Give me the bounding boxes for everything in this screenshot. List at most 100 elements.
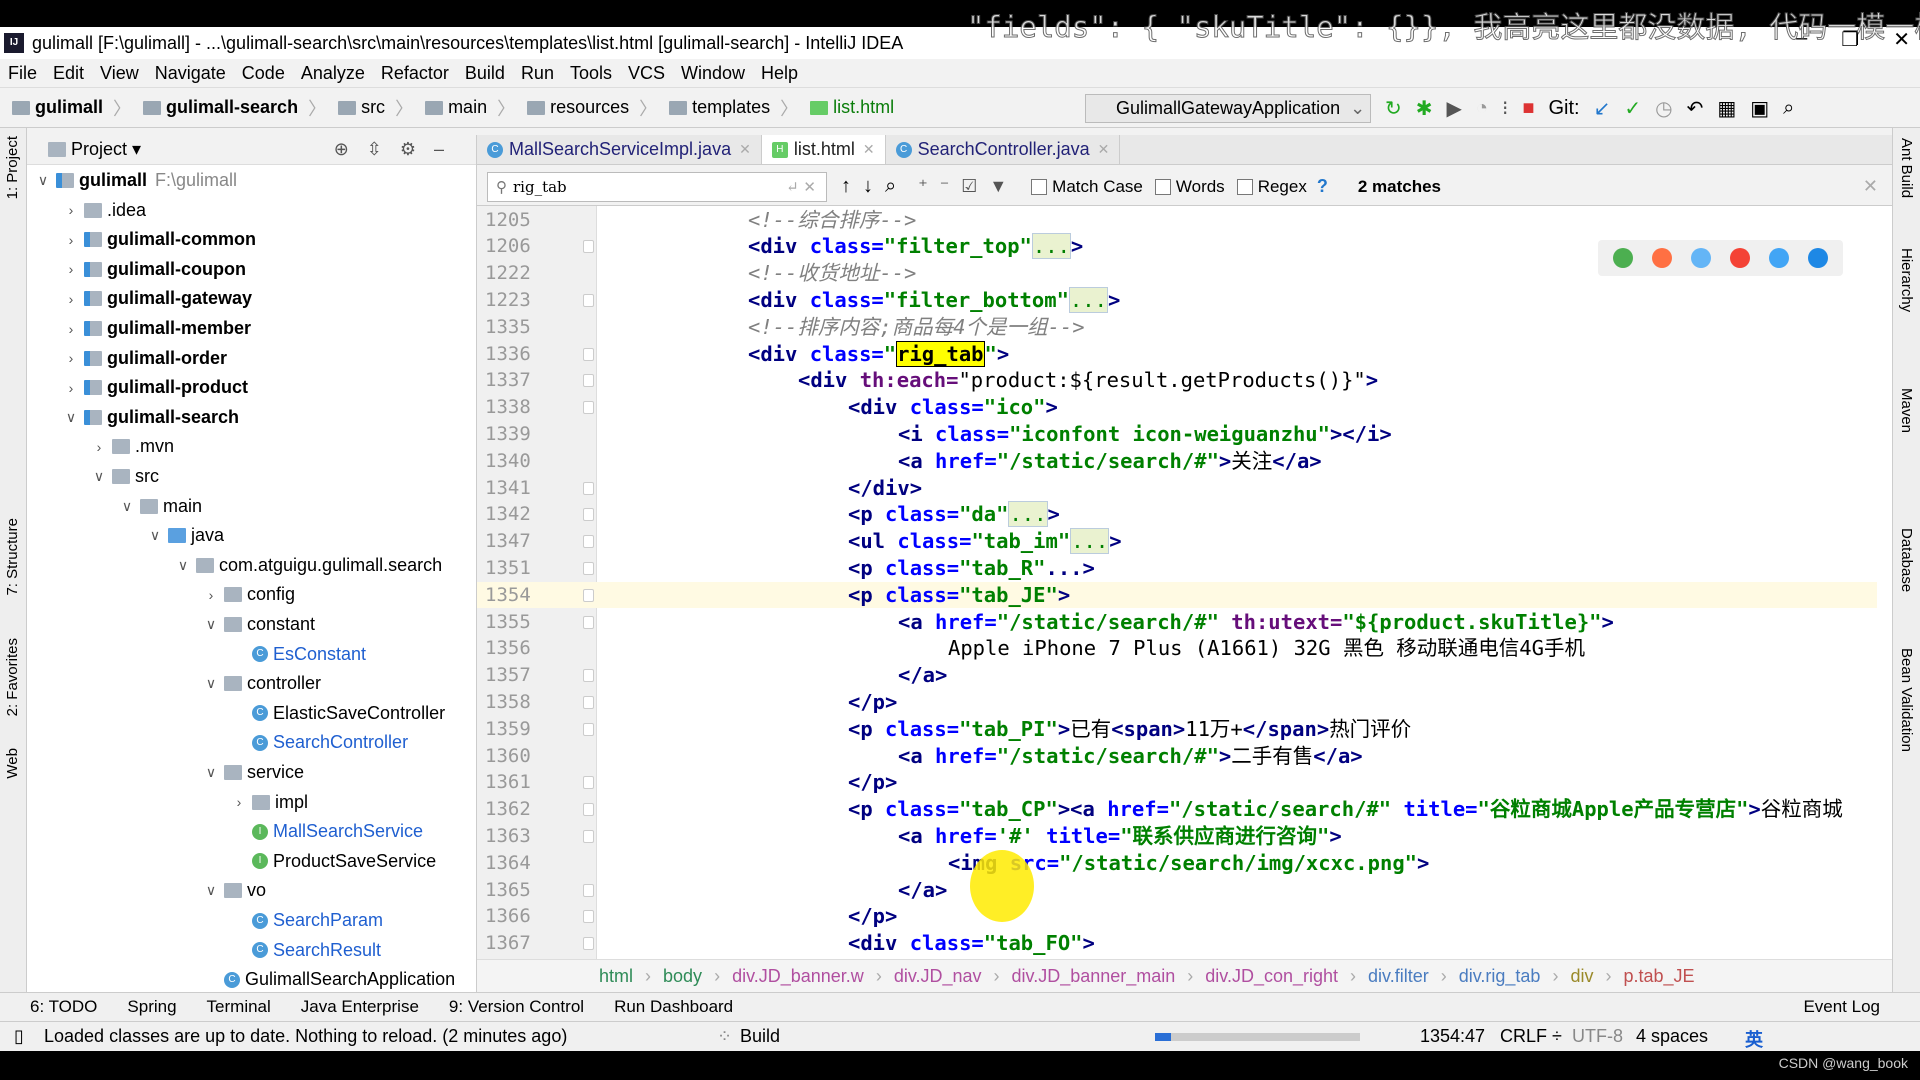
tree-item[interactable]: ∨ main <box>119 492 202 521</box>
revert-icon[interactable]: ↶ <box>1687 96 1704 121</box>
tree-item[interactable]: ∨ gulimall F:\gulimall <box>35 166 237 195</box>
words-checkbox[interactable]: Words <box>1154 177 1225 197</box>
chevron-down-icon[interactable]: ∨ <box>35 172 51 189</box>
chevron-right-icon[interactable]: › <box>203 587 219 603</box>
attach-icon[interactable]: ⁝ <box>1502 96 1508 121</box>
breadcrumb-item[interactable]: div.filter <box>1368 966 1429 987</box>
build-status[interactable]: Build <box>740 1026 780 1047</box>
fold-marker-icon[interactable] <box>583 695 594 709</box>
tree-item[interactable]: ∨ controller <box>203 669 321 698</box>
tree-item[interactable]: C SearchController <box>231 728 408 757</box>
tool-window-4[interactable]: 9: Version Control <box>449 997 584 1017</box>
find-input[interactable]: ⚲ rig_tab ↵ ✕ <box>487 171 827 202</box>
caret-position[interactable]: 1354:47 <box>1420 1026 1485 1047</box>
profile-icon[interactable]: ◔ <box>1476 97 1488 120</box>
fold-marker-icon[interactable] <box>583 776 594 790</box>
stop-icon[interactable]: ■ <box>1522 97 1534 120</box>
breadcrumb-item[interactable]: div.JD_banner_main <box>1012 966 1176 987</box>
chevron-right-icon[interactable]: › <box>63 261 79 277</box>
tree-item[interactable]: I ProductSaveService <box>231 847 436 876</box>
menu-help[interactable]: Help <box>761 63 798 84</box>
tree-item[interactable]: ∨ service <box>203 758 304 787</box>
chevron-down-icon[interactable]: ∨ <box>63 409 79 426</box>
chrome-icon[interactable] <box>1613 248 1634 268</box>
fold-marker-icon[interactable] <box>583 829 594 843</box>
fold-marker-icon[interactable] <box>583 508 594 522</box>
editor-tab[interactable]: C MallSearchServiceImpl.java ✕ <box>477 135 762 164</box>
chevron-right-icon[interactable]: › <box>63 232 79 248</box>
tree-item[interactable]: C EsConstant <box>231 640 366 669</box>
tree-item[interactable]: › gulimall-common <box>63 225 256 254</box>
nav-crumb[interactable]: src 〉 <box>338 95 413 121</box>
nav-crumb[interactable]: list.html <box>810 97 894 118</box>
menu-window[interactable]: Window <box>681 63 745 84</box>
tool-window-5[interactable]: Run Dashboard <box>614 997 733 1017</box>
fold-marker-icon[interactable] <box>583 910 594 924</box>
tree-item[interactable]: › .idea <box>63 196 146 225</box>
tree-item[interactable]: › gulimall-order <box>63 344 227 373</box>
nav-crumb[interactable]: resources 〉 <box>527 95 657 121</box>
breadcrumb-item[interactable]: div.JD_con_right <box>1205 966 1338 987</box>
fold-marker-icon[interactable] <box>583 803 594 817</box>
right-stripe-0[interactable]: Ant Build <box>1898 138 1915 198</box>
regex-help-link[interactable]: ? <box>1317 176 1328 197</box>
chevron-down-icon[interactable]: ∨ <box>203 764 219 781</box>
find-option-icons[interactable]: ⁺⁻☑▼ <box>918 176 1019 197</box>
close-tab-icon[interactable]: ✕ <box>739 141 751 158</box>
search-everywhere-icon[interactable]: ⌕ <box>1783 97 1794 120</box>
right-stripe-3[interactable]: Database <box>1898 528 1915 592</box>
event-log-button[interactable]: Event Log <box>1803 997 1880 1017</box>
close-tab-icon[interactable]: ✕ <box>1098 141 1110 158</box>
right-stripe-1[interactable]: Hierarchy <box>1898 248 1915 312</box>
menu-tools[interactable]: Tools <box>570 63 612 84</box>
tree-item[interactable]: I MallSearchService <box>231 817 423 846</box>
tool-window-2[interactable]: Terminal <box>207 997 271 1017</box>
coverage-icon[interactable]: ▶ <box>1447 96 1462 121</box>
opera-icon[interactable] <box>1729 248 1750 268</box>
tree-item[interactable]: ∨ java <box>147 521 224 550</box>
fold-marker-icon[interactable] <box>583 401 594 415</box>
left-stripe-3[interactable]: Web <box>4 748 21 779</box>
menu-refactor[interactable]: Refactor <box>381 63 449 84</box>
close-find-icon[interactable]: ✕ <box>1863 176 1878 197</box>
fold-marker-icon[interactable] <box>583 615 594 629</box>
tree-item[interactable]: › gulimall-member <box>63 314 251 343</box>
fold-marker-icon[interactable] <box>583 293 594 307</box>
fold-marker-icon[interactable] <box>583 347 594 361</box>
tree-item[interactable]: › config <box>203 580 295 609</box>
tree-item[interactable]: › impl <box>231 788 308 817</box>
tool-window-3[interactable]: Java Enterprise <box>301 997 419 1017</box>
menu-analyze[interactable]: Analyze <box>301 63 365 84</box>
fold-marker-icon[interactable] <box>583 669 594 683</box>
breadcrumb-item[interactable]: p.tab_JE <box>1623 966 1694 987</box>
project-structure-icon[interactable]: ▦ <box>1717 96 1736 121</box>
tree-item[interactable]: C SearchResult <box>231 936 381 965</box>
code-editor[interactable]: 1205 <!--综合排序--> 1206 <div class="filter_to… <box>477 206 1892 959</box>
fold-marker-icon[interactable] <box>583 481 594 495</box>
breadcrumb-item[interactable]: div.JD_banner.w <box>732 966 864 987</box>
tree-item[interactable]: › .mvn <box>91 432 174 461</box>
tree-item[interactable]: › gulimall-coupon <box>63 255 246 284</box>
edge-icon[interactable] <box>1807 248 1828 268</box>
menu-build[interactable]: Build <box>465 63 505 84</box>
right-stripe-2[interactable]: Maven <box>1898 388 1915 433</box>
project-view-selector[interactable]: Project ▾ <box>71 139 141 160</box>
tree-item[interactable]: › gulimall-gateway <box>63 284 252 313</box>
nav-crumb[interactable]: gulimall-search 〉 <box>143 95 326 121</box>
right-stripe-4[interactable]: Bean Validation <box>1898 648 1915 752</box>
fold-marker-icon[interactable] <box>583 588 594 602</box>
debug-icon[interactable]: ✱ <box>1416 96 1433 121</box>
fold-marker-icon[interactable] <box>583 374 594 388</box>
tree-item[interactable]: ∨ com.atguigu.gulimall.search <box>175 551 442 580</box>
left-stripe-2[interactable]: 2: Favorites <box>4 638 21 716</box>
line-separator[interactable]: CRLF ÷ <box>1500 1026 1562 1047</box>
menu-view[interactable]: View <box>100 63 139 84</box>
breadcrumb-item[interactable]: div <box>1570 966 1593 987</box>
fold-marker-icon[interactable] <box>583 561 594 575</box>
nav-crumb[interactable]: templates 〉 <box>669 95 798 121</box>
chevron-down-icon[interactable]: ∨ <box>147 527 163 544</box>
tree-item[interactable]: ∨ src <box>91 462 159 491</box>
match-case-checkbox[interactable]: Match Case <box>1031 177 1143 197</box>
tree-item[interactable]: › gulimall-product <box>63 373 248 402</box>
menu-vcs[interactable]: VCS <box>628 63 665 84</box>
